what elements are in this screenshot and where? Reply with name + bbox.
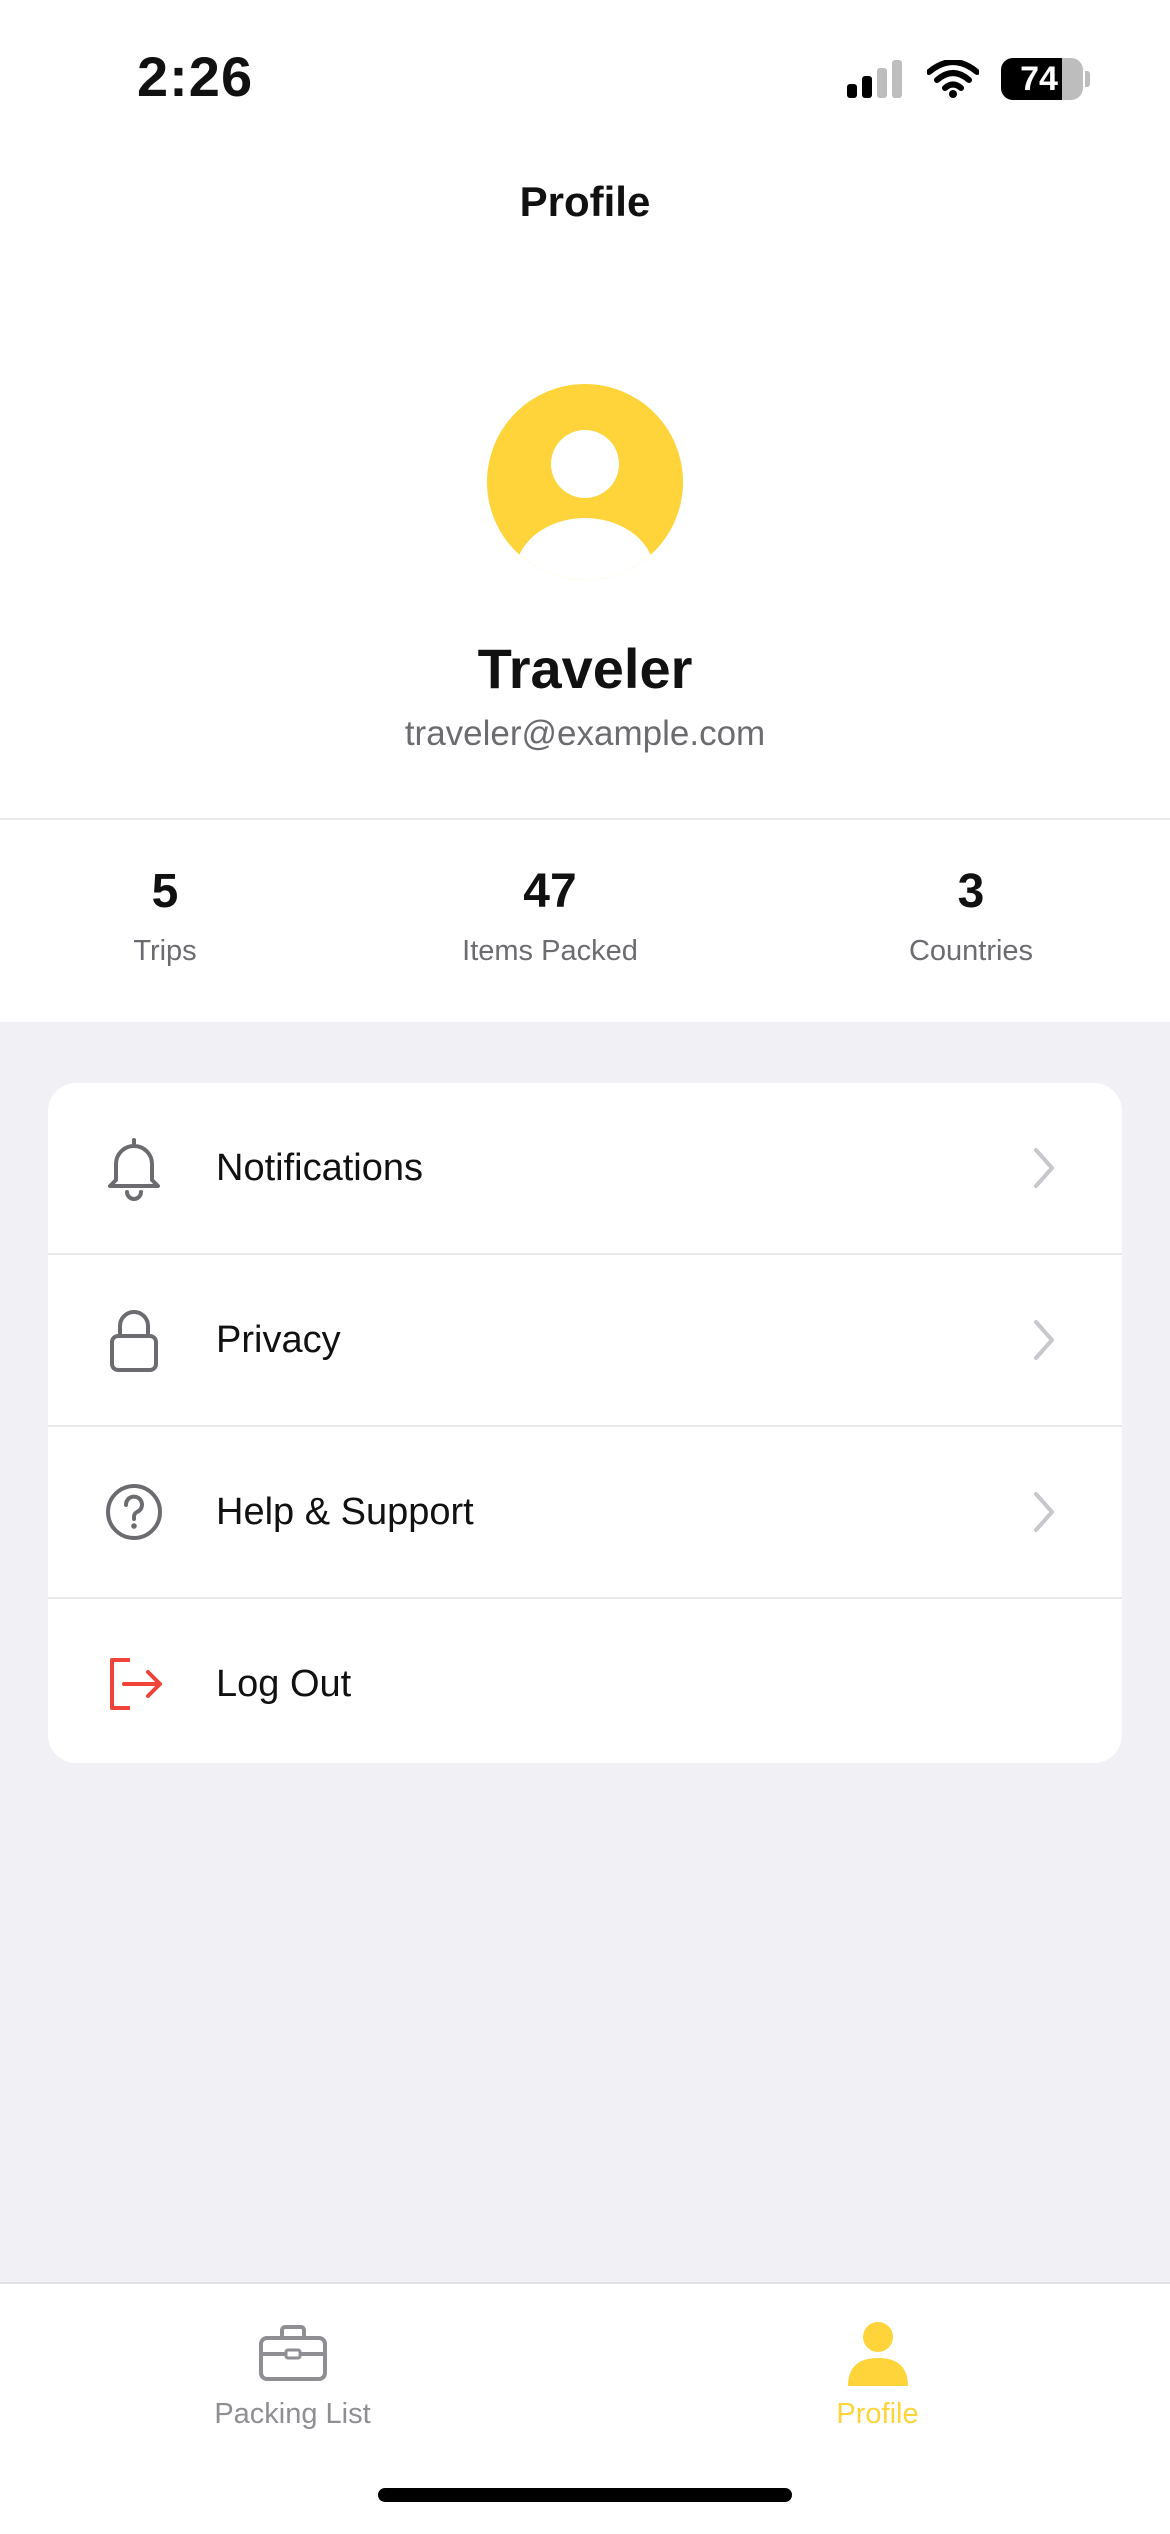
wifi-icon — [927, 60, 979, 98]
stat-value: 3 — [957, 865, 985, 918]
menu-item-label: Notifications — [216, 1146, 423, 1189]
page-title: Profile — [519, 178, 651, 225]
menu-item-privacy[interactable]: Privacy — [48, 1255, 1122, 1427]
status-icons: 74 — [847, 54, 1090, 104]
chevron-right-icon — [1034, 1320, 1054, 1360]
menu-item-log-out[interactable]: Log Out — [48, 1599, 1122, 1763]
tab-profile[interactable]: Profile — [585, 2302, 1170, 2452]
profile-email: traveler@example.com — [404, 714, 766, 753]
stat-label: Trips — [133, 935, 197, 967]
bell-icon — [108, 1138, 160, 1201]
menu-item-notifications[interactable]: Notifications — [48, 1083, 1122, 1255]
menu-item-label: Help & Support — [216, 1490, 474, 1533]
stat-items-packed: 47 Items Packed — [385, 864, 715, 968]
menu-item-label: Log Out — [216, 1662, 352, 1705]
stat-value: 47 — [523, 865, 577, 918]
profile-name: Traveler — [477, 637, 693, 700]
menu-item-label: Privacy — [216, 1318, 341, 1361]
logout-icon — [110, 1658, 162, 1710]
stat-label: Countries — [908, 935, 1034, 967]
stat-trips: 5 Trips — [0, 864, 330, 968]
briefcase-icon — [258, 2325, 327, 2381]
user-avatar-icon[interactable] — [487, 384, 683, 580]
stat-value: 5 — [151, 865, 179, 918]
lock-icon — [110, 1310, 158, 1372]
battery-level: 74 — [1020, 59, 1058, 98]
signal-icon — [847, 60, 902, 98]
stat-countries: 3 Countries — [806, 864, 1136, 968]
settings-menu: Notifications Privacy Help & Support Log — [48, 1083, 1122, 1763]
status-time: 2:26 — [137, 45, 254, 108]
chevron-right-icon — [1034, 1492, 1054, 1532]
chevron-right-icon — [1034, 1148, 1054, 1188]
home-indicator[interactable] — [378, 2488, 792, 2502]
help-circle-icon — [106, 1484, 162, 1540]
tab-label: Profile — [836, 2398, 919, 2430]
person-icon — [847, 2322, 908, 2386]
menu-item-help-support[interactable]: Help & Support — [48, 1427, 1122, 1599]
tab-packing-list[interactable]: Packing List — [0, 2302, 585, 2452]
battery-tip — [1085, 71, 1090, 87]
tab-label: Packing List — [214, 2398, 371, 2430]
battery-icon: 74 — [1001, 58, 1083, 100]
divider — [0, 818, 1170, 820]
stat-label: Items Packed — [462, 935, 638, 967]
